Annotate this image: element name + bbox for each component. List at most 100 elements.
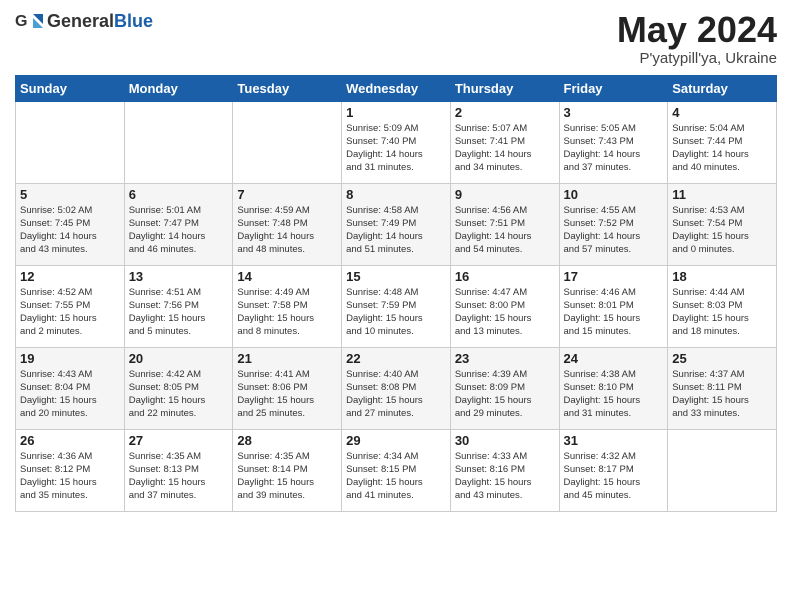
week-row-1: 1Sunrise: 5:09 AM Sunset: 7:40 PM Daylig… bbox=[16, 101, 777, 183]
day-cell-22: 22 Sunrise: 4:40 AM Sunset: 8:08 PM Dayli… bbox=[342, 347, 451, 429]
day-number: 28 bbox=[237, 433, 337, 448]
day-number: 24 bbox=[564, 351, 664, 366]
weekday-header-thursday: Thursday bbox=[450, 75, 559, 101]
day-number: 7 bbox=[237, 187, 337, 202]
empty-cell bbox=[16, 101, 125, 183]
weekday-header-row: SundayMondayTuesdayWednesdayThursdayFrid… bbox=[16, 75, 777, 101]
day-number: 8 bbox=[346, 187, 446, 202]
day-number: 6 bbox=[129, 187, 229, 202]
day-cell-3: 3 Sunrise: 5:05 AM Sunset: 7:43 PM Daylig… bbox=[559, 101, 668, 183]
day-cell-16: 16 Sunrise: 4:47 AM Sunset: 8:00 PM Dayli… bbox=[450, 265, 559, 347]
day-info: Sunrise: 4:46 AM Sunset: 8:01 PM Dayligh… bbox=[564, 286, 664, 339]
day-number: 18 bbox=[672, 269, 772, 284]
day-cell-2: 2Sunrise: 5:07 AM Sunset: 7:41 PM Daylig… bbox=[450, 101, 559, 183]
empty-cell bbox=[233, 101, 342, 183]
logo-text: GeneralBlue bbox=[47, 11, 153, 32]
day-number: 21 bbox=[237, 351, 337, 366]
day-cell-12: 12 Sunrise: 4:52 AM Sunset: 7:55 PM Dayli… bbox=[16, 265, 125, 347]
day-cell-31: 31 Sunrise: 4:32 AM Sunset: 8:17 PM Dayli… bbox=[559, 429, 668, 511]
day-info: Sunrise: 4:44 AM Sunset: 8:03 PM Dayligh… bbox=[672, 286, 772, 339]
weekday-header-wednesday: Wednesday bbox=[342, 75, 451, 101]
day-number: 22 bbox=[346, 351, 446, 366]
logo-icon: G bbox=[15, 10, 43, 32]
day-cell-23: 23 Sunrise: 4:39 AM Sunset: 8:09 PM Dayli… bbox=[450, 347, 559, 429]
day-cell-24: 24 Sunrise: 4:38 AM Sunset: 8:10 PM Dayli… bbox=[559, 347, 668, 429]
day-info: Sunrise: 5:05 AM Sunset: 7:43 PM Dayligh… bbox=[564, 122, 664, 175]
logo-general: General bbox=[47, 11, 114, 31]
calendar: SundayMondayTuesdayWednesdayThursdayFrid… bbox=[15, 75, 777, 512]
header: G GeneralBlue May 2024 P'yatypill'ya, Uk… bbox=[15, 10, 777, 67]
day-cell-14: 14Sunrise: 4:49 AM Sunset: 7:58 PM Dayli… bbox=[233, 265, 342, 347]
empty-cell bbox=[124, 101, 233, 183]
day-number: 1 bbox=[346, 105, 446, 120]
week-row-5: 26 Sunrise: 4:36 AM Sunset: 8:12 PM Dayli… bbox=[16, 429, 777, 511]
day-info: Sunrise: 4:43 AM Sunset: 8:04 PM Dayligh… bbox=[20, 368, 120, 421]
day-info: Sunrise: 4:34 AM Sunset: 8:15 PM Dayligh… bbox=[346, 450, 446, 503]
page-container: G GeneralBlue May 2024 P'yatypill'ya, Uk… bbox=[0, 0, 792, 517]
day-cell-9: 9Sunrise: 4:56 AM Sunset: 7:51 PM Daylig… bbox=[450, 183, 559, 265]
day-cell-17: 17 Sunrise: 4:46 AM Sunset: 8:01 PM Dayli… bbox=[559, 265, 668, 347]
day-info: Sunrise: 4:39 AM Sunset: 8:09 PM Dayligh… bbox=[455, 368, 555, 421]
week-row-2: 5 Sunrise: 5:02 AM Sunset: 7:45 PM Daylig… bbox=[16, 183, 777, 265]
day-number: 26 bbox=[20, 433, 120, 448]
day-number: 15 bbox=[346, 269, 446, 284]
weekday-header-monday: Monday bbox=[124, 75, 233, 101]
day-cell-10: 10Sunrise: 4:55 AM Sunset: 7:52 PM Dayli… bbox=[559, 183, 668, 265]
day-info: Sunrise: 4:41 AM Sunset: 8:06 PM Dayligh… bbox=[237, 368, 337, 421]
day-info: Sunrise: 5:07 AM Sunset: 7:41 PM Dayligh… bbox=[455, 122, 555, 175]
day-info: Sunrise: 4:36 AM Sunset: 8:12 PM Dayligh… bbox=[20, 450, 120, 503]
day-info: Sunrise: 5:01 AM Sunset: 7:47 PM Dayligh… bbox=[129, 204, 229, 257]
day-cell-15: 15 Sunrise: 4:48 AM Sunset: 7:59 PM Dayli… bbox=[342, 265, 451, 347]
weekday-header-friday: Friday bbox=[559, 75, 668, 101]
day-number: 17 bbox=[564, 269, 664, 284]
day-info: Sunrise: 5:02 AM Sunset: 7:45 PM Dayligh… bbox=[20, 204, 120, 257]
day-number: 13 bbox=[129, 269, 229, 284]
day-info: Sunrise: 4:42 AM Sunset: 8:05 PM Dayligh… bbox=[129, 368, 229, 421]
day-info: Sunrise: 4:37 AM Sunset: 8:11 PM Dayligh… bbox=[672, 368, 772, 421]
day-number: 12 bbox=[20, 269, 120, 284]
day-number: 11 bbox=[672, 187, 772, 202]
day-cell-21: 21 Sunrise: 4:41 AM Sunset: 8:06 PM Dayli… bbox=[233, 347, 342, 429]
logo: G GeneralBlue bbox=[15, 10, 153, 32]
day-info: Sunrise: 4:38 AM Sunset: 8:10 PM Dayligh… bbox=[564, 368, 664, 421]
day-number: 5 bbox=[20, 187, 120, 202]
day-info: Sunrise: 4:35 AM Sunset: 8:13 PM Dayligh… bbox=[129, 450, 229, 503]
day-info: Sunrise: 4:52 AM Sunset: 7:55 PM Dayligh… bbox=[20, 286, 120, 339]
day-cell-4: 4Sunrise: 5:04 AM Sunset: 7:44 PM Daylig… bbox=[668, 101, 777, 183]
day-number: 3 bbox=[564, 105, 664, 120]
day-number: 30 bbox=[455, 433, 555, 448]
day-number: 29 bbox=[346, 433, 446, 448]
day-number: 16 bbox=[455, 269, 555, 284]
day-cell-7: 7 Sunrise: 4:59 AM Sunset: 7:48 PM Daylig… bbox=[233, 183, 342, 265]
day-number: 10 bbox=[564, 187, 664, 202]
day-number: 23 bbox=[455, 351, 555, 366]
svg-text:G: G bbox=[15, 13, 27, 30]
day-cell-11: 11 Sunrise: 4:53 AM Sunset: 7:54 PM Dayli… bbox=[668, 183, 777, 265]
day-info: Sunrise: 4:33 AM Sunset: 8:16 PM Dayligh… bbox=[455, 450, 555, 503]
day-cell-20: 20 Sunrise: 4:42 AM Sunset: 8:05 PM Dayli… bbox=[124, 347, 233, 429]
day-number: 31 bbox=[564, 433, 664, 448]
day-info: Sunrise: 4:48 AM Sunset: 7:59 PM Dayligh… bbox=[346, 286, 446, 339]
day-cell-1: 1Sunrise: 5:09 AM Sunset: 7:40 PM Daylig… bbox=[342, 101, 451, 183]
day-info: Sunrise: 4:32 AM Sunset: 8:17 PM Dayligh… bbox=[564, 450, 664, 503]
day-cell-5: 5 Sunrise: 5:02 AM Sunset: 7:45 PM Daylig… bbox=[16, 183, 125, 265]
day-number: 4 bbox=[672, 105, 772, 120]
logo-blue: Blue bbox=[114, 11, 153, 31]
day-number: 20 bbox=[129, 351, 229, 366]
day-cell-30: 30 Sunrise: 4:33 AM Sunset: 8:16 PM Dayli… bbox=[450, 429, 559, 511]
day-cell-27: 27 Sunrise: 4:35 AM Sunset: 8:13 PM Dayli… bbox=[124, 429, 233, 511]
week-row-3: 12 Sunrise: 4:52 AM Sunset: 7:55 PM Dayli… bbox=[16, 265, 777, 347]
day-info: Sunrise: 4:35 AM Sunset: 8:14 PM Dayligh… bbox=[237, 450, 337, 503]
day-info: Sunrise: 4:59 AM Sunset: 7:48 PM Dayligh… bbox=[237, 204, 337, 257]
day-number: 27 bbox=[129, 433, 229, 448]
day-info: Sunrise: 4:53 AM Sunset: 7:54 PM Dayligh… bbox=[672, 204, 772, 257]
day-info: Sunrise: 4:40 AM Sunset: 8:08 PM Dayligh… bbox=[346, 368, 446, 421]
day-cell-18: 18 Sunrise: 4:44 AM Sunset: 8:03 PM Dayli… bbox=[668, 265, 777, 347]
weekday-header-saturday: Saturday bbox=[668, 75, 777, 101]
day-number: 25 bbox=[672, 351, 772, 366]
month-title: May 2024 bbox=[617, 10, 777, 50]
day-info: Sunrise: 4:58 AM Sunset: 7:49 PM Dayligh… bbox=[346, 204, 446, 257]
day-info: Sunrise: 4:47 AM Sunset: 8:00 PM Dayligh… bbox=[455, 286, 555, 339]
day-number: 19 bbox=[20, 351, 120, 366]
day-cell-28: 28 Sunrise: 4:35 AM Sunset: 8:14 PM Dayli… bbox=[233, 429, 342, 511]
